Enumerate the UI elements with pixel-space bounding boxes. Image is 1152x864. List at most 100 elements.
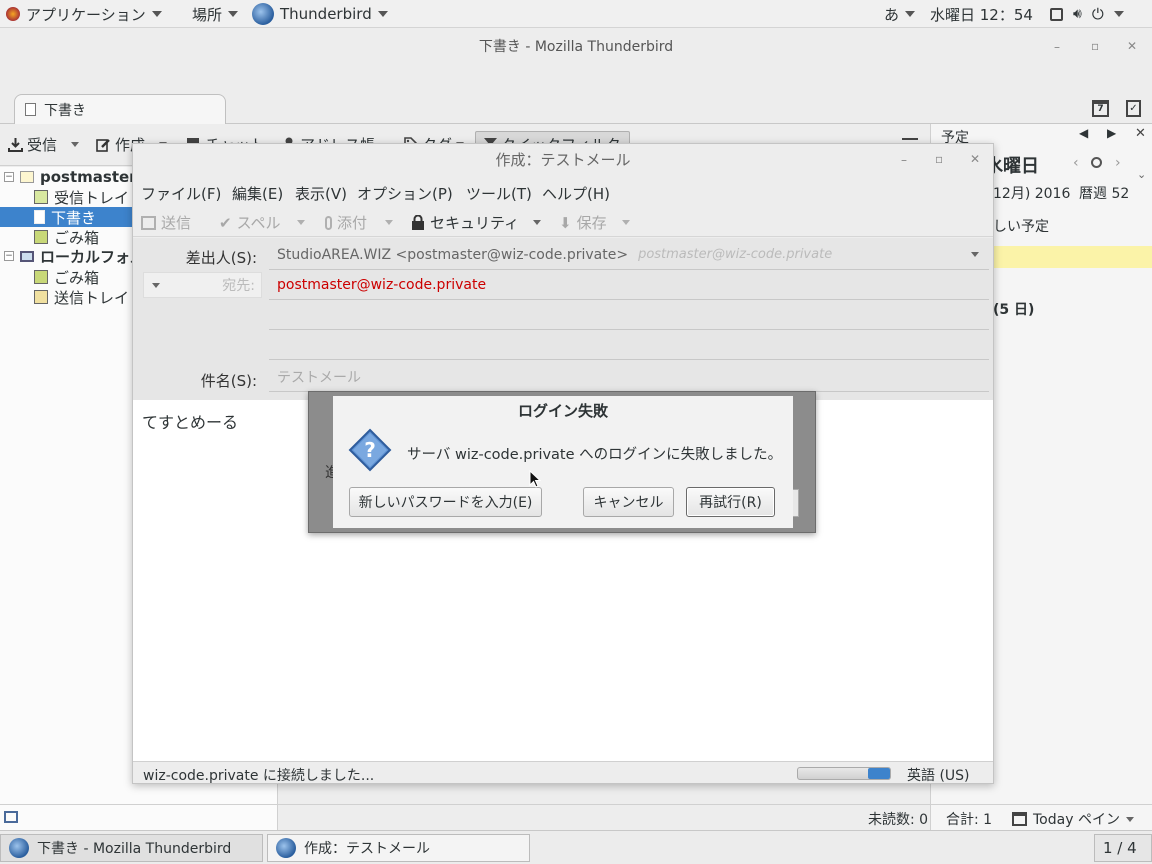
menu-options[interactable]: オプション(P): [357, 183, 453, 204]
chevron-down-icon[interactable]: [622, 220, 630, 225]
chevron-down-icon[interactable]: [533, 220, 541, 225]
spell-label: スペル: [236, 214, 281, 232]
folder-inbox[interactable]: 受信トレイ: [34, 187, 129, 207]
chevron-down-icon[interactable]: [385, 220, 393, 225]
prev-day-icon[interactable]: ‹: [1073, 155, 1079, 171]
task-compose-window[interactable]: 作成：テストメール: [267, 834, 530, 862]
new-event-link[interactable]: しい予定: [993, 216, 1049, 236]
folder-local-trash[interactable]: ごみ箱: [34, 267, 99, 287]
tab-drafts[interactable]: 下書き: [14, 94, 226, 124]
compose-toolbar: 送信 ✔ スペル 添付 セキュリティ ⬇ 保存: [133, 207, 993, 237]
folder-label: ごみ箱: [54, 228, 100, 247]
chevron-down-icon[interactable]: [71, 142, 79, 147]
task-label: 作成：テストメール: [304, 841, 430, 857]
minimize-button[interactable]: –: [901, 153, 907, 167]
system-menu[interactable]: 🔊︎ ⏻: [1050, 0, 1124, 28]
status-text: wiz-code.private に接続しました...: [143, 768, 375, 784]
attach-button[interactable]: 添付: [325, 212, 367, 233]
today-pane-label: Today ペイン: [1033, 812, 1120, 828]
total-count: 合計: 1: [946, 812, 993, 828]
dialog-message: サーバ wiz-code.private へのログインに失敗しました。: [407, 447, 783, 463]
volume-icon: 🔊︎: [1073, 6, 1082, 22]
security-button[interactable]: セキュリティ: [411, 212, 519, 233]
get-messages-label: 受信: [27, 135, 58, 154]
retry-button[interactable]: 再試行(R): [686, 487, 775, 517]
collapse-icon[interactable]: −: [4, 251, 14, 261]
pencil-icon: [96, 138, 110, 152]
tab-label: 下書き: [44, 102, 86, 119]
get-messages-button[interactable]: 受信: [8, 132, 57, 156]
spell-button[interactable]: ✔ スペル: [219, 212, 281, 233]
today-icon[interactable]: [1091, 157, 1102, 168]
minimize-button[interactable]: –: [1054, 40, 1060, 54]
subject-field[interactable]: テストメール: [269, 362, 989, 392]
close-button[interactable]: ✕: [1127, 39, 1137, 53]
dialog-frame: 進 ログイン失敗 ? サーバ wiz-code.private へのログインに失…: [308, 391, 816, 533]
chevron-down-icon: [228, 11, 239, 17]
progress-bar: [797, 767, 891, 780]
folder-label: 受信トレイ: [54, 188, 130, 207]
input-method-menu[interactable]: あ: [884, 0, 916, 28]
task-main-window[interactable]: 下書き - Mozilla Thunderbird: [0, 834, 263, 862]
close-icon[interactable]: ✕: [1135, 126, 1146, 141]
language-label[interactable]: 英語 (US): [907, 765, 970, 785]
folder-trash[interactable]: ごみ箱: [34, 227, 99, 247]
send-button[interactable]: 送信: [141, 212, 191, 233]
login-failed-dialog: ログイン失敗 ? サーバ wiz-code.private へのログインに失敗し…: [333, 396, 793, 528]
lock-icon: [412, 215, 424, 230]
recipient-type-select[interactable]: 宛先:: [143, 272, 262, 298]
save-button[interactable]: ⬇ 保存: [559, 212, 607, 233]
from-value: StudioAREA.WIZ <postmaster@wiz-code.priv…: [277, 246, 629, 263]
question-icon: ?: [348, 428, 392, 472]
window-icon: [1050, 7, 1063, 21]
close-button[interactable]: ✕: [970, 152, 980, 166]
applications-menu[interactable]: アプリケーション: [6, 0, 162, 28]
calendar-icon[interactable]: 7: [1092, 100, 1109, 117]
cancel-button[interactable]: キャンセル: [583, 487, 674, 517]
recipient-field-3[interactable]: [269, 330, 989, 360]
main-window-title: 下書き - Mozilla Thunderbird: [478, 39, 674, 55]
to-field[interactable]: postmaster@wiz-code.private: [269, 270, 989, 300]
menu-help[interactable]: ヘルプ(H): [542, 183, 610, 204]
clock[interactable]: 水曜日 12：54: [930, 0, 1033, 28]
tasks-icon[interactable]: ✓: [1126, 100, 1141, 117]
chevron-down-icon[interactable]: ⌄: [1137, 168, 1146, 181]
chevron-down-icon: [971, 252, 979, 257]
maximize-button[interactable]: ▫: [1091, 39, 1099, 53]
prev-arrow-icon[interactable]: ◀: [1079, 126, 1088, 140]
maximize-button[interactable]: ▫: [935, 152, 943, 166]
new-password-button[interactable]: 新しいパスワードを入力(E): [349, 487, 542, 517]
input-method-label: あ: [884, 5, 900, 24]
activity-icon[interactable]: [4, 811, 18, 823]
to-value: postmaster@wiz-code.private: [277, 276, 487, 293]
task-label: 下書き - Mozilla Thunderbird: [37, 841, 232, 857]
from-field[interactable]: StudioAREA.WIZ <postmaster@wiz-code.priv…: [269, 240, 989, 270]
menu-file[interactable]: ファイル(F): [141, 183, 221, 204]
today-pane-toggle[interactable]: Today ペイン: [1012, 809, 1134, 829]
app-menu[interactable]: Thunderbird: [252, 0, 388, 28]
chevron-down-icon: [905, 11, 916, 17]
menu-view[interactable]: 表示(V): [295, 183, 347, 204]
calendar-icon: [1012, 812, 1027, 826]
folder-label: 送信トレイ: [54, 288, 130, 307]
document-icon: [25, 103, 36, 116]
chevron-down-icon: [1113, 11, 1124, 17]
chevron-down-icon[interactable]: [297, 220, 305, 225]
computer-icon: [20, 250, 34, 262]
progress-fill: [868, 768, 890, 779]
next-day-icon[interactable]: ›: [1115, 155, 1121, 171]
save-icon: ⬇: [559, 213, 572, 232]
next-arrow-icon[interactable]: ▶: [1107, 126, 1116, 140]
workspace-indicator[interactable]: 1 / 4: [1094, 834, 1152, 862]
send-label: 送信: [161, 214, 192, 232]
menu-edit[interactable]: 編集(E): [232, 183, 283, 204]
security-label: セキュリティ: [430, 214, 520, 232]
recipient-field-2[interactable]: [269, 300, 989, 330]
document-icon: [34, 210, 45, 224]
folder-outbox[interactable]: 送信トレイ: [34, 287, 129, 307]
menu-tools[interactable]: ツール(T): [466, 183, 532, 204]
svg-text:?: ?: [364, 438, 376, 462]
places-menu[interactable]: 場所: [192, 0, 239, 28]
clock-label: 水曜日 12：54: [930, 5, 1033, 24]
collapse-icon[interactable]: −: [4, 172, 14, 182]
